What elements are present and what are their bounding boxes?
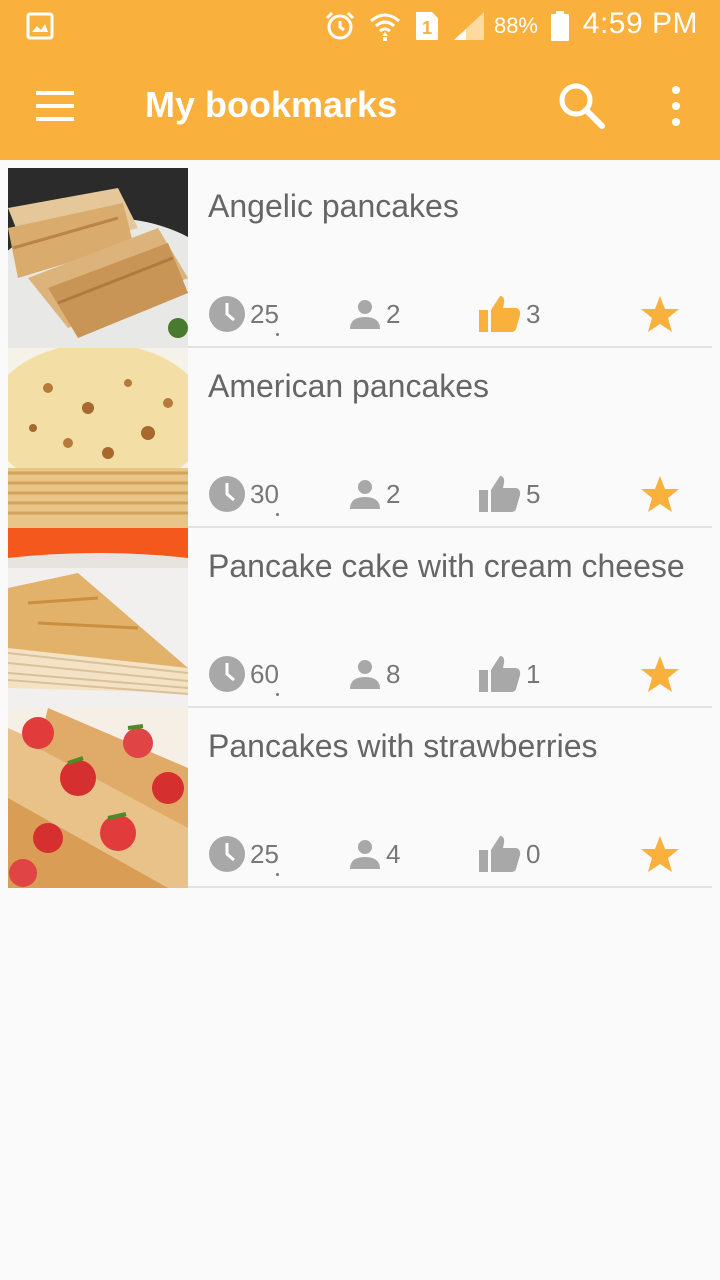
- menu-icon[interactable]: [30, 86, 82, 126]
- likes[interactable]: 5: [478, 472, 540, 516]
- recipe-title: Pancake cake with cream cheese: [208, 548, 685, 584]
- clock-icon: [209, 476, 245, 512]
- status-bar: 1 88% 4:59 PM: [0, 0, 720, 52]
- cook-time: 60: [208, 652, 279, 696]
- sim-icon: 1: [415, 12, 438, 40]
- signal-icon: [453, 12, 484, 40]
- thumbs-up-icon[interactable]: [478, 834, 522, 874]
- cook-time: 30: [208, 472, 279, 516]
- servings: 8: [348, 652, 400, 696]
- cook-time-value: 25: [250, 298, 279, 336]
- clock-icon: [209, 656, 245, 692]
- alarm-icon: [325, 11, 355, 40]
- recipe-title: Pancakes with strawberries: [208, 728, 598, 764]
- thumbs-up-icon[interactable]: [478, 474, 522, 514]
- recipe-stats: 30 2 5: [208, 472, 712, 516]
- more-vert-icon[interactable]: [660, 82, 692, 130]
- recipe-stats: 25 2 3: [208, 292, 712, 336]
- list-item[interactable]: American pancakes 30 2 5: [8, 348, 712, 528]
- recipe-title: Angelic pancakes: [208, 188, 459, 224]
- likes[interactable]: 1: [478, 652, 540, 696]
- servings-value: 2: [386, 298, 401, 329]
- thumbs-up-icon[interactable]: [478, 654, 522, 694]
- recipe-thumbnail: [8, 528, 188, 708]
- app-bar: My bookmarks: [0, 52, 720, 160]
- bookmark-star-icon[interactable]: [638, 654, 682, 694]
- cook-time-value: 60: [250, 658, 279, 696]
- bookmark-star-icon[interactable]: [638, 294, 682, 334]
- thumbs-up-icon[interactable]: [478, 294, 522, 334]
- bookmark-star-icon[interactable]: [638, 834, 682, 874]
- recipe-title: American pancakes: [208, 368, 490, 404]
- clock-icon: [209, 296, 245, 332]
- servings-value: 4: [386, 838, 401, 869]
- person-icon: [350, 300, 380, 329]
- servings: 2: [348, 292, 400, 336]
- likes[interactable]: 3: [478, 292, 540, 336]
- cook-time: 25: [208, 292, 279, 336]
- likes-value: 1: [526, 658, 541, 689]
- person-icon: [350, 480, 380, 509]
- bookmark-star-icon[interactable]: [638, 474, 682, 514]
- person-icon: [350, 660, 380, 689]
- likes[interactable]: 0: [478, 832, 540, 876]
- recipe-thumbnail: [8, 348, 188, 528]
- wifi-icon: [369, 13, 400, 41]
- list-item[interactable]: Angelic pancakes 25 2 3: [8, 168, 712, 348]
- recipe-stats: 25 4 0: [208, 832, 712, 876]
- servings-value: 2: [386, 478, 401, 509]
- clock: 4:59 PM: [582, 7, 698, 40]
- recipe-stats: 60 8 1: [208, 652, 712, 696]
- clock-icon: [209, 836, 245, 872]
- battery-percent: 88%: [493, 13, 538, 38]
- likes-value: 5: [526, 478, 541, 509]
- person-icon: [350, 840, 380, 869]
- battery-icon: [551, 11, 569, 41]
- recipe-thumbnail: [8, 708, 188, 888]
- cook-time-value: 25: [250, 838, 279, 876]
- gallery-icon: [26, 12, 54, 40]
- list-item[interactable]: Pancake cake with cream cheese 60 8 1: [8, 528, 712, 708]
- servings-value: 8: [386, 658, 401, 689]
- search-icon[interactable]: [556, 80, 608, 132]
- likes-value: 0: [526, 838, 541, 869]
- likes-value: 3: [526, 298, 541, 329]
- recipe-thumbnail: [8, 168, 188, 348]
- list-item[interactable]: Pancakes with strawberries 25 4 0: [8, 708, 712, 888]
- cook-time: 25: [208, 832, 279, 876]
- bookmarks-list: Angelic pancakes 25 2 3 American pancake…: [8, 168, 712, 888]
- page-title: My bookmarks: [145, 84, 398, 125]
- servings: 2: [348, 472, 400, 516]
- cook-time-value: 30: [250, 478, 279, 516]
- svg-text:1: 1: [422, 18, 432, 38]
- servings: 4: [348, 832, 400, 876]
